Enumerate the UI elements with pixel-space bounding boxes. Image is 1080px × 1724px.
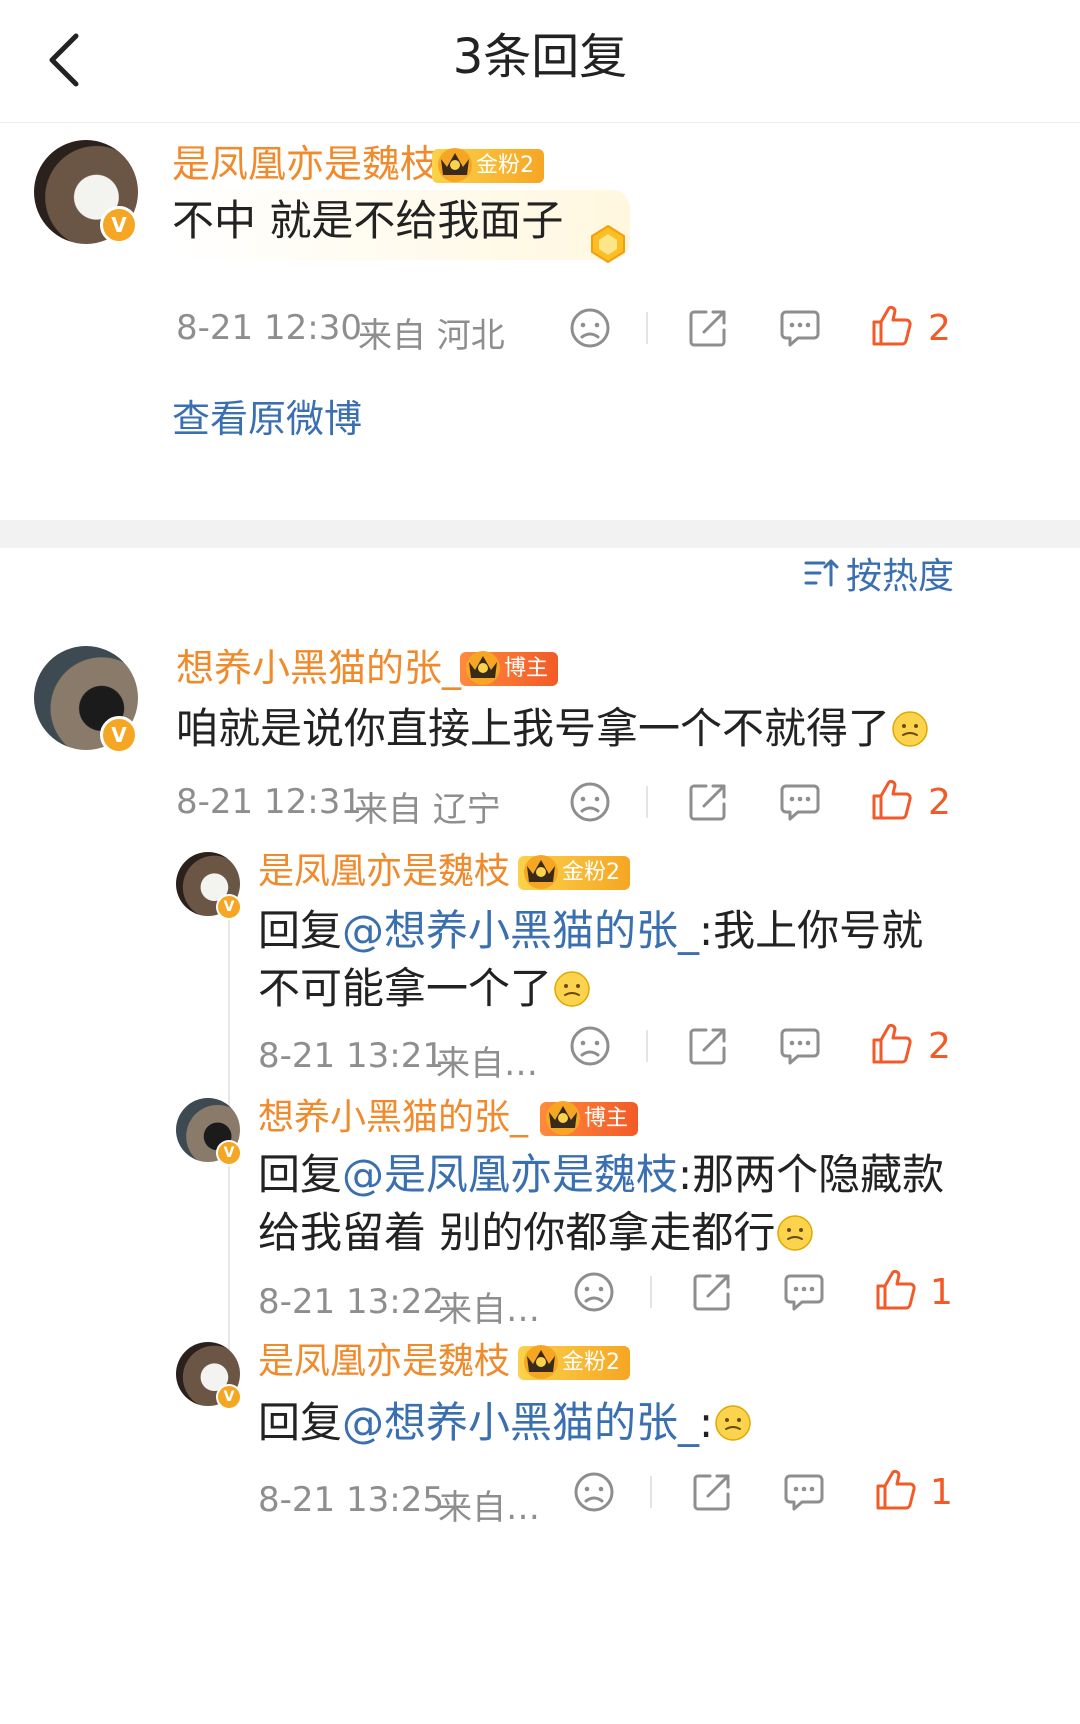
section-divider [0,520,1080,548]
like-count: 2 [928,782,951,823]
divider [646,312,648,344]
share-icon[interactable] [690,1470,734,1514]
verified-v-icon: V [216,1140,242,1166]
reply-prefix: 回复 [258,1398,343,1447]
mention-link[interactable]: @想养小黑猫的张_ [342,1398,699,1447]
comment-time: 8-21 13:25 [258,1480,444,1520]
verified-v-icon: V [216,894,242,920]
sort-icon [804,559,839,587]
thumbs-up-icon[interactable] [874,1468,918,1512]
username[interactable]: 是凤凰亦是魏枝 [172,140,438,188]
comment-text: 不中 就是不给我面子 [172,196,564,245]
reply-text: 回复@是凤凰亦是魏枝:那两个隐藏款给我留着 别的你都拿走都行 [258,1146,958,1262]
crown-icon [520,1338,562,1382]
comment-source: 来自 河北 [358,316,505,356]
crown-icon [520,848,562,892]
badge-label: 金粉2 [476,153,534,178]
comment-source: 来自… [438,1290,540,1330]
emoji-icon [713,1403,753,1443]
reply-prefix: 回复 [258,1150,343,1199]
comment-text: 咱就是说你直接上我号拿一个不就得了 [176,700,930,758]
thumbs-up-icon[interactable] [870,1022,914,1066]
emoji-icon [552,969,592,1009]
emoji-icon [775,1213,815,1253]
dislike-face-icon[interactable] [568,780,612,824]
dislike-face-icon[interactable] [572,1470,616,1514]
mention-link[interactable]: @是凤凰亦是魏枝 [342,1150,678,1199]
crown-icon [542,1094,584,1138]
author-badge: 博主 [460,652,559,686]
thumbs-up-icon[interactable] [870,778,914,822]
reply-text: 回复@想养小黑猫的张_:我上你号就不可能拿一个了 [258,902,958,1018]
fan-level-badge: 金粉2 [432,149,544,183]
sort-label: 按热度 [846,556,955,597]
username[interactable]: 是凤凰亦是魏枝 [258,848,510,896]
comment-icon[interactable] [778,306,822,350]
comment-time: 8-21 12:30 [176,308,362,348]
badge-label: 金粉2 [562,1350,620,1375]
username[interactable]: 是凤凰亦是魏枝 [258,1338,510,1386]
comment-icon[interactable] [782,1470,826,1514]
mention-link[interactable]: @想养小黑猫的张_ [342,906,699,955]
top-bar: 3条回复 [0,0,1080,123]
like-count: 1 [930,1472,953,1513]
comment-source: 来自 辽宁 [354,790,501,830]
comment-source: 来自… [436,1044,538,1084]
comment-icon[interactable] [782,1270,826,1314]
comment-body: 咱就是说你直接上我号拿一个不就得了 [176,704,891,753]
dislike-face-icon[interactable] [568,306,612,350]
share-icon[interactable] [690,1270,734,1314]
thinking-emoji-icon [890,709,930,749]
author-badge: 博主 [540,1102,639,1136]
comment-source: 来自… [438,1488,540,1528]
divider [646,1030,648,1062]
divider [646,786,648,818]
share-icon[interactable] [686,1024,730,1068]
reply-prefix: 回复 [258,906,343,955]
like-count: 2 [928,1026,951,1067]
username[interactable]: 想养小黑猫的张_ [176,644,461,692]
comment-icon[interactable] [778,780,822,824]
sort-by-hot-button[interactable]: 按热度 [804,548,954,598]
comment-time: 8-21 13:21 [258,1036,444,1076]
page-title: 3条回复 [452,29,628,85]
dislike-face-icon[interactable] [572,1270,616,1314]
like-count: 1 [930,1272,953,1313]
comment-time: 8-21 12:31 [176,782,362,822]
verified-v-icon: V [100,206,138,244]
dislike-face-icon[interactable] [568,1024,612,1068]
view-original-link[interactable]: 查看原微博 [172,388,362,443]
username[interactable]: 想养小黑猫的张_ [258,1094,528,1142]
share-icon[interactable] [686,780,730,824]
badge-label: 博主 [584,1106,629,1131]
share-icon[interactable] [686,306,730,350]
divider [650,1476,652,1508]
badge-label: 金粉2 [562,860,620,885]
thumbs-up-icon[interactable] [870,304,914,348]
divider [650,1276,652,1308]
comment-time: 8-21 13:22 [258,1282,444,1322]
like-count: 2 [928,308,951,349]
comment-icon[interactable] [778,1024,822,1068]
reply-body: : [699,1398,714,1447]
badge-label: 博主 [504,656,549,681]
thumbs-up-icon[interactable] [874,1268,918,1312]
crown-icon [434,141,476,185]
verified-v-icon: V [216,1384,242,1410]
fan-level-badge: 金粉2 [518,1346,630,1380]
fan-level-badge: 金粉2 [518,856,630,890]
crown-icon [462,644,504,688]
verified-v-icon: V [100,716,138,754]
reply-text: 回复@想养小黑猫的张_: [258,1394,958,1452]
gem-decoration-icon [591,224,625,264]
